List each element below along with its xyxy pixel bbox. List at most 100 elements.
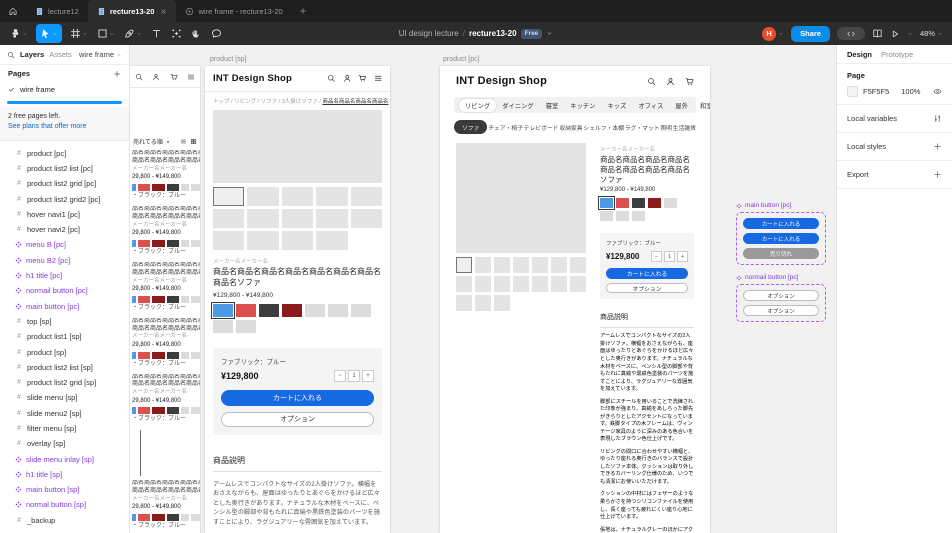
main-menu-button[interactable]: [6, 24, 32, 43]
thumbnail[interactable]: [513, 276, 529, 292]
subnav-item[interactable]: 照明: [660, 123, 672, 132]
subnav-item[interactable]: シェルフ・本棚: [583, 123, 624, 132]
thumbnail[interactable]: [281, 231, 314, 250]
frame-label-product-pc[interactable]: product [pc]: [443, 56, 480, 63]
subnav-item[interactable]: テレビボード: [524, 123, 559, 132]
color-swatch-gray[interactable]: [600, 211, 613, 222]
quantity-stepper[interactable]: − 1 +: [651, 251, 688, 263]
layer-item[interactable]: menu B [pc]: [0, 237, 129, 252]
page-color-opacity[interactable]: 100%: [901, 87, 920, 96]
thumbnail[interactable]: [456, 276, 472, 292]
hand-tool-button[interactable]: [187, 24, 206, 43]
nav-item[interactable]: キッズ: [601, 99, 632, 112]
qty-plus[interactable]: +: [362, 369, 374, 382]
layer-item[interactable]: menu B2 [pc]: [0, 253, 129, 268]
design-canvas[interactable]: 売れてる順 品名商品名商品名商品名商品名商商品名商品名商品名商品名メーカー名メー…: [130, 45, 836, 533]
chevron-down-icon[interactable]: [907, 31, 913, 37]
subnav-item[interactable]: チェア・椅子: [488, 123, 523, 132]
file-name[interactable]: recture13-20: [469, 29, 517, 38]
page-item-wire-frame[interactable]: wire frame: [0, 82, 129, 97]
nav-item[interactable]: 和室: [694, 99, 710, 112]
nav-item[interactable]: ダイニング: [496, 99, 539, 112]
qty-minus[interactable]: −: [651, 251, 662, 263]
thumbnail[interactable]: [494, 257, 510, 273]
account-menu[interactable]: H: [762, 26, 784, 41]
file-tab[interactable]: recture13-20: [87, 0, 177, 22]
layer-item[interactable]: # _backup: [0, 513, 129, 528]
color-swatch-darkred[interactable]: [648, 198, 661, 209]
nav-item[interactable]: 屋外: [669, 99, 694, 112]
layer-item[interactable]: # overlay [sp]: [0, 436, 129, 451]
option-button[interactable]: オプション: [221, 411, 374, 427]
nav-item[interactable]: オフィス: [632, 99, 669, 112]
nav-item[interactable]: 寝室: [540, 99, 565, 112]
layer-item[interactable]: # product list2 list [sp]: [0, 360, 129, 375]
color-swatch-red[interactable]: [616, 198, 629, 209]
color-swatch-gray[interactable]: [328, 303, 348, 317]
library-icon[interactable]: [872, 28, 883, 39]
share-button[interactable]: Share: [791, 25, 830, 42]
thumbnail[interactable]: [513, 257, 529, 273]
thumbnail[interactable]: [213, 231, 245, 250]
close-tab-icon[interactable]: [160, 8, 167, 15]
color-swatch-red[interactable]: [236, 303, 256, 317]
color-swatch-dark[interactable]: [632, 198, 645, 209]
color-swatch-dark[interactable]: [259, 303, 279, 317]
thumbnail[interactable]: [475, 257, 491, 273]
file-tab[interactable]: lecture12: [26, 0, 88, 22]
thumbnail[interactable]: [316, 187, 348, 206]
plan-banner-link[interactable]: See plans that offer more: [8, 122, 121, 133]
thumbnail[interactable]: [551, 276, 567, 292]
frame-label-product-sp[interactable]: product [sp]: [210, 56, 247, 63]
color-swatch-gray[interactable]: [305, 303, 325, 317]
sold-out-button[interactable]: 売り切れ: [743, 248, 819, 259]
frame-product-pc[interactable]: INT Design Shop リビング ダイニング 寝室 キッチン キッズ オフィス 屋外…: [440, 66, 710, 533]
layer-item[interactable]: # product list2 grid [pc]: [0, 176, 129, 191]
component-label-normal-button[interactable]: normail button [pc]: [736, 274, 826, 281]
thumbnail[interactable]: [316, 209, 348, 228]
layer-item[interactable]: h1 title [pc]: [0, 268, 129, 283]
color-swatch-blue[interactable]: [598, 196, 615, 211]
thumbnail[interactable]: [570, 257, 586, 273]
layer-item[interactable]: main button [sp]: [0, 482, 129, 497]
layer-item[interactable]: # product list2 grid [sp]: [0, 375, 129, 390]
page-color-value[interactable]: F5F5F5: [863, 87, 889, 96]
color-swatch-blue[interactable]: [211, 301, 235, 319]
layer-item[interactable]: # product [sp]: [0, 344, 129, 359]
component-label-main-button[interactable]: main button [pc]: [736, 202, 826, 209]
tab-prototype[interactable]: Prototype: [881, 50, 913, 59]
component-main-button[interactable]: カートに入れる カートに入れる 売り切れ: [736, 212, 826, 265]
thumbnail[interactable]: [551, 257, 567, 273]
text-tool-button[interactable]: [147, 24, 166, 43]
layer-item[interactable]: slide menu inlay [sp]: [0, 451, 129, 466]
present-icon[interactable]: [890, 29, 900, 39]
layer-item[interactable]: # hover navi1 [pc]: [0, 207, 129, 222]
layer-item[interactable]: main button [pc]: [0, 298, 129, 313]
layer-item[interactable]: # top [sp]: [0, 314, 129, 329]
layer-item[interactable]: # product list1 [sp]: [0, 329, 129, 344]
thumbnail[interactable]: [213, 187, 245, 206]
move-tool-button[interactable]: [36, 24, 62, 43]
thumbnail[interactable]: [247, 187, 279, 206]
add-export-icon[interactable]: [933, 170, 942, 179]
add-to-cart-button[interactable]: カートに入れる: [743, 218, 819, 229]
option-button[interactable]: オプション: [606, 283, 688, 294]
color-swatch-gray[interactable]: [213, 319, 233, 333]
variables-icon[interactable]: [933, 114, 942, 123]
file-tab[interactable]: wire frame - recture13-20: [176, 0, 291, 22]
thumbnail[interactable]: [281, 187, 314, 206]
layer-item[interactable]: # filter menu [sp]: [0, 421, 129, 436]
layer-item[interactable]: # product list2 list [pc]: [0, 161, 129, 176]
add-to-cart-button[interactable]: カートに入れる: [743, 233, 819, 244]
layer-item[interactable]: normail button [pc]: [0, 283, 129, 298]
tab-design[interactable]: Design: [847, 50, 872, 59]
actions-button[interactable]: [167, 24, 186, 43]
layer-item[interactable]: # product [pc]: [0, 146, 129, 161]
page-color-swatch[interactable]: [847, 86, 858, 97]
project-name[interactable]: UI design lecture: [399, 29, 459, 38]
add-page-icon[interactable]: [113, 70, 121, 78]
layer-item[interactable]: normal button [sp]: [0, 497, 129, 512]
avatar[interactable]: H: [762, 26, 777, 41]
thumbnail[interactable]: [213, 209, 245, 228]
thumbnail[interactable]: [316, 231, 348, 250]
